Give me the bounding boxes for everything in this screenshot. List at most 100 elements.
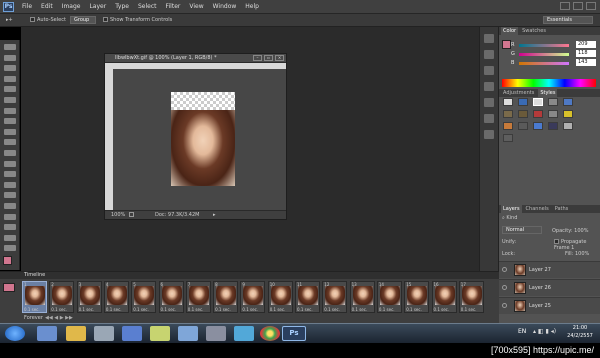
timeline-title[interactable]: Timeline: [0, 272, 499, 279]
frame-duration[interactable]: 0.1 sec.: [161, 307, 177, 312]
move-tool-icon[interactable]: ▸+: [6, 17, 13, 23]
ie-icon[interactable]: [37, 326, 57, 341]
minimize-button[interactable]: [560, 2, 570, 10]
style-swatch[interactable]: [518, 98, 528, 106]
messenger-icon[interactable]: [234, 326, 254, 341]
frame-duration[interactable]: 0.1 sec.: [242, 307, 258, 312]
fill-value[interactable]: 100%: [575, 251, 589, 257]
timeline-frame[interactable]: 3 0.1 sec.: [76, 281, 102, 313]
timeline-frame[interactable]: 15 0.1 sec.: [404, 281, 430, 313]
auto-select-checkbox[interactable]: Auto-Select: [30, 17, 66, 23]
menu-image[interactable]: Image: [62, 3, 81, 10]
timeline-frame[interactable]: 10 0.1 sec.: [267, 281, 293, 313]
timeline-frame[interactable]: 13 0.1 sec.: [349, 281, 375, 313]
style-swatch[interactable]: [503, 98, 513, 106]
timeline-frame[interactable]: 5 0.1 sec.: [131, 281, 157, 313]
blur-tool-icon[interactable]: [3, 171, 16, 178]
app-icon[interactable]: [122, 326, 142, 341]
menu-help[interactable]: Help: [245, 3, 259, 10]
layer-row[interactable]: Layer 25: [499, 297, 600, 314]
style-swatch[interactable]: [533, 122, 543, 130]
red-track[interactable]: [519, 44, 569, 47]
gradient-tool-icon[interactable]: [3, 160, 16, 167]
menu-edit[interactable]: Edit: [41, 3, 53, 10]
frame-duration[interactable]: 0.1 sec.: [434, 307, 450, 312]
clock-date[interactable]: 24/2/2557: [566, 333, 594, 339]
style-swatch[interactable]: [533, 98, 543, 106]
brush-tool-icon[interactable]: [3, 118, 16, 125]
move-tool-icon[interactable]: [3, 44, 16, 50]
hand-tool-icon[interactable]: [3, 234, 16, 241]
tab-channels[interactable]: Channels: [524, 205, 551, 213]
frame-duration[interactable]: 0.1 sec.: [51, 307, 67, 312]
frame-duration[interactable]: 0.1 sec.: [24, 307, 40, 312]
foreground-color-swatch[interactable]: [3, 255, 12, 265]
network-icon[interactable]: [206, 326, 226, 341]
info-icon[interactable]: [484, 66, 494, 75]
timeline-frame[interactable]: 14 0.1 sec.: [376, 281, 402, 313]
status-menu-arrow-icon[interactable]: ▸: [213, 211, 216, 219]
timeline-frame[interactable]: 12 0.1 sec.: [322, 281, 348, 313]
brush-presets-icon[interactable]: [484, 82, 494, 91]
opacity-value[interactable]: 100%: [574, 228, 588, 234]
zoom-level[interactable]: 100%: [111, 211, 125, 219]
doc-info[interactable]: Doc: 97.3K/3.42M: [155, 211, 199, 219]
group-dropdown[interactable]: Group: [70, 16, 96, 24]
playback-controls[interactable]: ◀◀ ◀ ▶ ▶▶: [45, 315, 73, 321]
explorer-icon[interactable]: [66, 326, 86, 341]
tab-styles[interactable]: Styles: [538, 89, 558, 97]
document-icon[interactable]: [178, 326, 198, 341]
style-swatch[interactable]: [503, 134, 513, 142]
frame-duration[interactable]: 0.1 sec.: [352, 307, 368, 312]
timeline-frame[interactable]: 2 0.1 sec.: [49, 281, 75, 313]
frame-duration[interactable]: 0.1 sec.: [133, 307, 149, 312]
green-slider[interactable]: G 118: [511, 50, 600, 59]
style-swatch[interactable]: [563, 122, 573, 130]
propagate-checkbox[interactable]: Propagate Frame 1: [554, 239, 600, 251]
timeline-frame[interactable]: 8 0.1 sec.: [213, 281, 239, 313]
menu-file[interactable]: File: [22, 3, 32, 10]
color-spectrum[interactable]: [502, 79, 596, 87]
document-title-bar[interactable]: llbwlbwXt.gif @ 100% (Layer 1, RGB/8) * …: [105, 54, 286, 63]
frame-duration[interactable]: 0.1 sec.: [79, 307, 95, 312]
style-swatch[interactable]: [533, 110, 543, 118]
style-swatch[interactable]: [548, 98, 558, 106]
green-value[interactable]: 118: [576, 50, 596, 57]
tab-layers[interactable]: Layers: [501, 205, 522, 213]
clock-time[interactable]: 21:00: [566, 325, 594, 331]
menu-window[interactable]: Window: [213, 3, 237, 10]
start-button[interactable]: [5, 326, 25, 341]
style-swatch[interactable]: [503, 110, 513, 118]
menu-view[interactable]: View: [189, 3, 203, 10]
timeline-frame[interactable]: 1 0.1 sec.: [22, 281, 47, 313]
chrome-icon[interactable]: [260, 326, 280, 341]
blue-track[interactable]: [519, 62, 569, 65]
eraser-tool-icon[interactable]: [3, 149, 16, 156]
close-button[interactable]: [586, 2, 596, 10]
document-canvas[interactable]: [113, 69, 286, 210]
maximize-button[interactable]: [573, 2, 583, 10]
notes-icon[interactable]: [150, 326, 170, 341]
eyedropper-tool-icon[interactable]: [3, 96, 16, 103]
doc-minimize-button[interactable]: –: [253, 55, 262, 61]
marquee-tool-icon[interactable]: [3, 54, 16, 61]
style-swatch[interactable]: [518, 110, 528, 118]
kind-filter[interactable]: ⌕ Kind: [502, 215, 517, 221]
frame-duration[interactable]: 0.1 sec.: [406, 307, 422, 312]
frame-duration[interactable]: 0.1 sec.: [270, 307, 286, 312]
path-select-tool-icon[interactable]: [3, 213, 16, 220]
timeline-frame[interactable]: 9 0.1 sec.: [240, 281, 266, 313]
frame-duration[interactable]: 0.1 sec.: [379, 307, 395, 312]
blue-value[interactable]: 143: [576, 59, 596, 66]
character-icon[interactable]: [484, 98, 494, 107]
style-swatch[interactable]: [563, 110, 573, 118]
photoshop-taskbar-button[interactable]: Ps: [282, 326, 306, 341]
show-transform-checkbox[interactable]: Show Transform Controls: [103, 17, 172, 23]
menu-type[interactable]: Type: [115, 3, 129, 10]
green-track[interactable]: [519, 53, 569, 56]
frame-duration[interactable]: 0.1 sec.: [106, 307, 122, 312]
timeline-frame[interactable]: 4 0.1 sec.: [103, 281, 129, 313]
tab-paths[interactable]: Paths: [553, 205, 571, 213]
workspace-dropdown[interactable]: Essentials: [543, 16, 593, 24]
doc-close-button[interactable]: ×: [275, 55, 284, 61]
